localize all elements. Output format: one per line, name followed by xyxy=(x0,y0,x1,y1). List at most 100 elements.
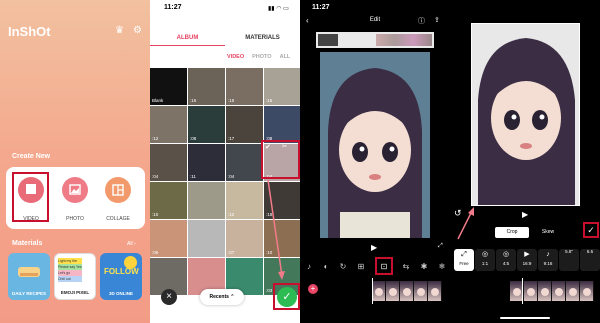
media-thumbnail[interactable]: :15 xyxy=(226,68,263,105)
photo-button[interactable] xyxy=(62,177,88,203)
play-icon[interactable]: ▶ xyxy=(371,243,377,252)
effect-icon[interactable]: ✱ xyxy=(419,262,429,272)
home-indicator xyxy=(500,317,550,319)
app-logo: InShOt xyxy=(8,24,51,39)
smiley-icon xyxy=(124,256,137,269)
video-preview[interactable] xyxy=(320,52,430,238)
tab-crop[interactable]: Crop xyxy=(495,227,529,238)
flip-icon[interactable]: ⇆ xyxy=(401,262,411,272)
media-thumbnail[interactable]: :04 xyxy=(226,144,263,181)
scissors-icon[interactable]: ✂ xyxy=(282,143,287,150)
status-time: 11:27 xyxy=(164,4,182,11)
play-icon[interactable]: ▶ xyxy=(522,210,528,219)
duration-label: :06 xyxy=(152,250,159,255)
materials-all-link[interactable]: All › xyxy=(127,241,136,247)
avatar-face-image xyxy=(320,52,430,238)
ratio-option[interactable]: 5.8" xyxy=(559,249,579,271)
ratio-icon: ▶ xyxy=(524,251,530,258)
ratio-option[interactable]: ◎ 1:1 xyxy=(475,249,495,271)
edit-title: Edit xyxy=(369,17,381,23)
speed-icon[interactable]: ◐ xyxy=(321,262,331,272)
media-filter: VIDEO PHOTO ALL xyxy=(227,54,290,60)
material-daily-recipes[interactable]: DAILY RECIPES xyxy=(8,253,50,300)
duration-label: :11 xyxy=(190,174,196,179)
ratio-option[interactable]: ▶ 16:9 xyxy=(517,249,537,271)
crop-highlight-box xyxy=(375,257,393,275)
freeze-icon[interactable]: ❄ xyxy=(437,262,447,272)
duration-label: :03 xyxy=(266,288,273,293)
media-thumbnail[interactable] xyxy=(188,182,225,219)
rotate-icon[interactable]: ↻ xyxy=(338,262,348,272)
music-icon[interactable]: ♪ xyxy=(304,262,314,272)
video-highlight-box xyxy=(12,172,49,222)
checkmark-icon: ✔ xyxy=(265,144,271,151)
close-button[interactable]: × xyxy=(161,289,177,305)
emoji-text-line: Chill out xyxy=(58,276,82,282)
ratio-option[interactable]: 6.5 xyxy=(580,249,600,271)
media-thumbnail[interactable]: :08 xyxy=(188,106,225,143)
media-thumbnail[interactable]: :08 xyxy=(264,106,300,143)
collage-button-label: COLLAGE xyxy=(106,216,130,222)
gear-icon[interactable]: ⚙ xyxy=(133,26,143,36)
ratio-option[interactable]: ⤢ Free xyxy=(454,249,474,271)
ratio-label: 6.5 xyxy=(586,249,594,254)
duration-label: :17 xyxy=(228,136,235,141)
ratio-option[interactable]: ♪ 9:16 xyxy=(538,249,558,271)
duration-label: :04 xyxy=(228,174,235,179)
material-label: DAILY RECIPES xyxy=(11,291,46,296)
material-label: 3D ONLINE xyxy=(108,291,133,296)
recents-selector[interactable]: Recents ⌃ xyxy=(200,289,244,305)
arrow-icon xyxy=(267,179,285,280)
arrow-icon xyxy=(457,207,474,240)
media-thumbnail[interactable]: :12 xyxy=(150,106,187,143)
media-thumbnail[interactable]: :06 xyxy=(150,220,187,257)
ratio-icon: ◎ xyxy=(481,251,489,258)
crop-screen: ▶ ↺ Crop Skew ✓ ⤢ Free ◎ 1:1 ◎ 4:5 ▶ 16:9 ♪ 9:16 5… xyxy=(450,0,600,323)
media-thumbnail[interactable]: Blank xyxy=(150,68,187,105)
crop-preview[interactable] xyxy=(471,23,580,206)
ratio-label: Free xyxy=(459,261,469,266)
image-icon xyxy=(69,184,81,195)
filter-photo[interactable]: PHOTO xyxy=(252,54,271,60)
material-emoji-pixel[interactable]: Light my fire Please say Yes Let's go Ch… xyxy=(54,253,96,300)
tab-skew[interactable]: Skew xyxy=(531,227,565,238)
media-thumbnail[interactable] xyxy=(188,220,225,257)
timeline-strip[interactable] xyxy=(372,281,442,301)
canvas-icon[interactable]: ⊞ xyxy=(356,262,366,272)
duration-label: :12 xyxy=(228,212,235,217)
crown-icon[interactable]: ♛ xyxy=(115,26,125,36)
tab-album[interactable]: ALBUM xyxy=(150,35,225,46)
album-picker: 11:27 ▮▮ ◠ ▭ ALBUM MATERIALS VIDEO PHOTO… xyxy=(150,0,300,323)
duration-label: Blank xyxy=(152,98,164,103)
media-thumbnail[interactable]: :17 xyxy=(226,106,263,143)
tab-materials[interactable]: MATERIALS xyxy=(225,35,300,46)
filter-all[interactable]: ALL xyxy=(280,54,291,60)
collage-button[interactable] xyxy=(105,177,131,203)
help-icon[interactable]: ⓘ xyxy=(418,16,425,26)
playhead[interactable] xyxy=(522,278,523,304)
duration-label: :08 xyxy=(190,136,197,141)
ratio-label: 1:1 xyxy=(481,261,489,266)
apply-crop-button[interactable]: ✓ xyxy=(583,222,599,238)
media-thumbnail[interactable]: :10 xyxy=(150,182,187,219)
filter-video[interactable]: VIDEO xyxy=(227,54,244,60)
media-thumbnail[interactable]: :12 xyxy=(226,182,263,219)
ratio-option[interactable]: ◎ 4:5 xyxy=(496,249,516,271)
add-clip-button[interactable]: + xyxy=(308,284,318,294)
media-thumbnail[interactable]: :04 xyxy=(150,144,187,181)
ad-banner[interactable] xyxy=(316,32,434,48)
media-thumbnail[interactable]: :16 xyxy=(188,68,225,105)
media-thumbnail[interactable]: :11 xyxy=(188,144,225,181)
materials-heading: Materials xyxy=(12,240,43,247)
fullscreen-icon[interactable]: ⤢ xyxy=(438,243,443,250)
crop-mode-tabs: Crop Skew xyxy=(495,227,565,238)
ratio-label: 16:9 xyxy=(522,261,532,266)
material-3d-online[interactable]: FOLLOW 3D ONLINE xyxy=(100,253,142,300)
media-thumbnail[interactable]: :07 xyxy=(226,220,263,257)
share-icon[interactable]: ⇪ xyxy=(434,16,440,24)
follow-text: FOLLOW xyxy=(104,267,139,276)
media-thumbnail[interactable]: :15 xyxy=(264,68,300,105)
duration-label: :15 xyxy=(228,98,235,103)
playhead[interactable] xyxy=(372,278,373,304)
ratio-label: 4:5 xyxy=(502,261,510,266)
